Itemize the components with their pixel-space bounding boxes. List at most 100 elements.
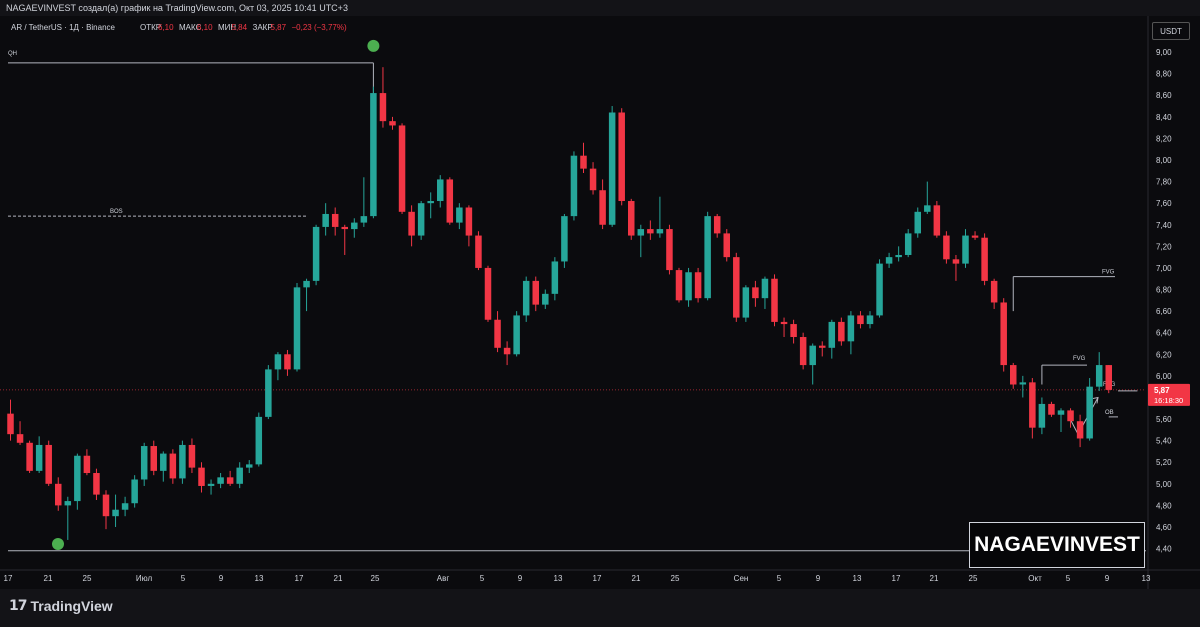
candle[interactable]	[522, 280, 530, 316]
candle[interactable]	[121, 503, 129, 510]
candle[interactable]	[1105, 365, 1113, 390]
candle[interactable]	[246, 464, 253, 468]
candle[interactable]	[790, 324, 797, 338]
candle[interactable]	[637, 229, 645, 236]
tradingview-logo[interactable]: 17 TradingView	[9, 598, 113, 614]
candle[interactable]	[780, 321, 788, 325]
candle[interactable]	[102, 494, 110, 517]
candle[interactable]	[389, 121, 396, 126]
candle[interactable]	[160, 453, 167, 471]
candle[interactable]	[35, 444, 43, 471]
candle[interactable]	[599, 190, 606, 225]
candle[interactable]	[360, 216, 368, 223]
candle[interactable]	[723, 233, 731, 258]
candle[interactable]	[7, 413, 14, 435]
candle[interactable]	[513, 315, 520, 355]
candle[interactable]	[331, 213, 339, 227]
candle[interactable]	[198, 467, 205, 486]
candle[interactable]	[207, 483, 215, 486]
candle[interactable]	[140, 446, 148, 480]
candle[interactable]	[647, 229, 654, 234]
candle[interactable]	[217, 477, 224, 484]
candle[interactable]	[284, 354, 291, 370]
candle[interactable]	[943, 235, 950, 260]
candle[interactable]	[838, 321, 845, 342]
candle[interactable]	[809, 345, 816, 366]
candle[interactable]	[1057, 410, 1065, 415]
candle[interactable]	[819, 345, 826, 348]
candle[interactable]	[475, 235, 482, 268]
candle[interactable]	[226, 477, 234, 484]
candle[interactable]	[484, 267, 492, 320]
candle[interactable]	[169, 453, 177, 479]
candle[interactable]	[1086, 386, 1093, 439]
candle[interactable]	[64, 501, 72, 506]
candle[interactable]	[866, 315, 874, 325]
candle[interactable]	[962, 235, 969, 264]
candle[interactable]	[351, 222, 358, 230]
candle[interactable]	[666, 229, 673, 271]
candle[interactable]	[417, 203, 425, 236]
candle[interactable]	[45, 444, 52, 484]
candle[interactable]	[675, 270, 683, 301]
candle[interactable]	[1076, 421, 1084, 439]
candle[interactable]	[561, 216, 568, 262]
candle[interactable]	[55, 483, 62, 506]
candle[interactable]	[532, 280, 540, 305]
candle[interactable]	[1095, 365, 1103, 387]
candle[interactable]	[236, 467, 243, 484]
candle[interactable]	[188, 444, 196, 468]
candle[interactable]	[752, 287, 759, 299]
candle[interactable]	[112, 509, 119, 517]
candle[interactable]	[608, 112, 616, 225]
candle[interactable]	[618, 112, 625, 202]
candle[interactable]	[551, 261, 559, 294]
candle[interactable]	[685, 272, 692, 301]
candle[interactable]	[303, 280, 310, 288]
candle[interactable]	[771, 278, 778, 322]
candle[interactable]	[628, 201, 635, 236]
candle[interactable]	[761, 278, 769, 299]
candle[interactable]	[265, 369, 272, 417]
candle[interactable]	[74, 455, 81, 502]
candle[interactable]	[456, 207, 463, 223]
candle[interactable]	[924, 205, 931, 212]
candle[interactable]	[733, 257, 740, 318]
candle[interactable]	[828, 321, 836, 348]
candle[interactable]	[1038, 403, 1046, 428]
candle[interactable]	[589, 168, 597, 191]
candle[interactable]	[131, 479, 138, 504]
candle[interactable]	[1067, 410, 1074, 422]
candle[interactable]	[26, 442, 33, 471]
candle[interactable]	[255, 416, 263, 465]
candle[interactable]	[1010, 365, 1017, 385]
candle[interactable]	[379, 93, 387, 122]
candle[interactable]	[933, 205, 941, 236]
candle[interactable]	[885, 257, 893, 264]
candle[interactable]	[952, 259, 960, 264]
candle[interactable]	[971, 235, 979, 238]
candle[interactable]	[427, 201, 434, 204]
candle[interactable]	[694, 272, 702, 299]
candle[interactable]	[857, 315, 864, 325]
candle[interactable]	[713, 216, 721, 234]
candle[interactable]	[1048, 403, 1055, 415]
candlestick-chart[interactable]: 4,404,604,805,005,205,405,605,806,006,20…	[0, 0, 1200, 589]
candle[interactable]	[437, 179, 444, 202]
candle[interactable]	[847, 315, 855, 342]
candle[interactable]	[370, 93, 377, 217]
candle[interactable]	[542, 293, 549, 305]
candle[interactable]	[656, 229, 664, 234]
candle[interactable]	[876, 263, 883, 316]
candle[interactable]	[93, 473, 100, 495]
candle[interactable]	[293, 287, 301, 370]
candle[interactable]	[503, 347, 511, 355]
candle[interactable]	[446, 179, 454, 223]
candle[interactable]	[312, 226, 320, 281]
candle[interactable]	[914, 211, 922, 234]
candle[interactable]	[895, 254, 902, 258]
candle[interactable]	[570, 155, 578, 217]
candle[interactable]	[83, 455, 91, 474]
candle[interactable]	[179, 444, 186, 479]
candle[interactable]	[322, 213, 329, 227]
